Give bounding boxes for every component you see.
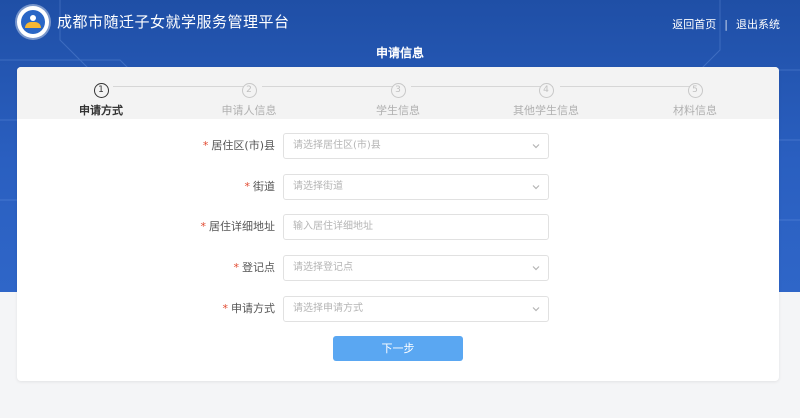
- top-bar: 成都市随迁子女就学服务管理平台 返回首页 | 退出系统: [0, 0, 800, 44]
- chevron-down-icon: [532, 144, 540, 149]
- step-label: 申请方式: [79, 104, 123, 117]
- step-progress: 1 申请方式 2 申请人信息 3 学生信息 4 其他学生信息 5 材料信息: [17, 67, 779, 119]
- form-row-registration-point: * 登记点 请选择登记点: [17, 255, 779, 281]
- chevron-down-icon: [532, 266, 540, 271]
- logout-link[interactable]: 退出系统: [736, 16, 780, 32]
- chevron-down-icon: [532, 185, 540, 190]
- top-links: 返回首页 | 退出系统: [672, 16, 780, 32]
- form-row-district: * 居住区(市)县 请选择居住区(市)县: [17, 133, 779, 159]
- district-select[interactable]: 请选择居住区(市)县: [283, 133, 549, 159]
- street-label: * 街道: [244, 180, 276, 193]
- page-heading: 申请信息: [375, 46, 424, 60]
- registration-point-label: * 登记点: [233, 261, 276, 274]
- step-number: 5: [687, 83, 703, 98]
- link-separator: |: [724, 17, 728, 31]
- application-form-card: 1 申请方式 2 申请人信息 3 学生信息 4 其他学生信息 5 材料信息 * 居…: [17, 67, 779, 381]
- step-5: 5 材料信息: [635, 77, 755, 118]
- step-3: 3 学生信息: [338, 77, 458, 118]
- step-1: 1 申请方式: [41, 77, 161, 118]
- step-number: 4: [538, 83, 554, 98]
- chevron-down-icon: [532, 307, 540, 312]
- platform-logo-icon: [17, 6, 49, 38]
- site-title: 成都市随迁子女就学服务管理平台: [57, 13, 290, 31]
- address-label: * 居住详细地址: [200, 220, 276, 233]
- step-label: 申请人信息: [221, 104, 277, 117]
- application-method-label: * 申请方式: [222, 302, 276, 315]
- form-row-address: * 居住详细地址 输入居住详细地址: [17, 214, 779, 240]
- step-label: 学生信息: [376, 104, 420, 117]
- next-step-button[interactable]: 下一步: [333, 336, 463, 361]
- step-number: 2: [241, 83, 257, 98]
- home-link[interactable]: 返回首页: [672, 16, 716, 32]
- form-row-application-method: * 申请方式 请选择申请方式: [17, 296, 779, 322]
- registration-point-select[interactable]: 请选择登记点: [283, 255, 549, 281]
- application-method-select[interactable]: 请选择申请方式: [283, 296, 549, 322]
- step-4: 4 其他学生信息: [486, 77, 606, 118]
- street-select[interactable]: 请选择街道: [283, 174, 549, 200]
- step-2: 2 申请人信息: [189, 77, 309, 118]
- step-label: 其他学生信息: [513, 104, 579, 117]
- district-label: * 居住区(市)县: [202, 139, 275, 152]
- form-row-street: * 街道 请选择街道: [17, 174, 779, 200]
- step-label: 材料信息: [673, 104, 717, 117]
- address-input[interactable]: 输入居住详细地址: [283, 214, 549, 240]
- step-number: 1: [93, 83, 109, 98]
- step-number: 3: [390, 83, 406, 98]
